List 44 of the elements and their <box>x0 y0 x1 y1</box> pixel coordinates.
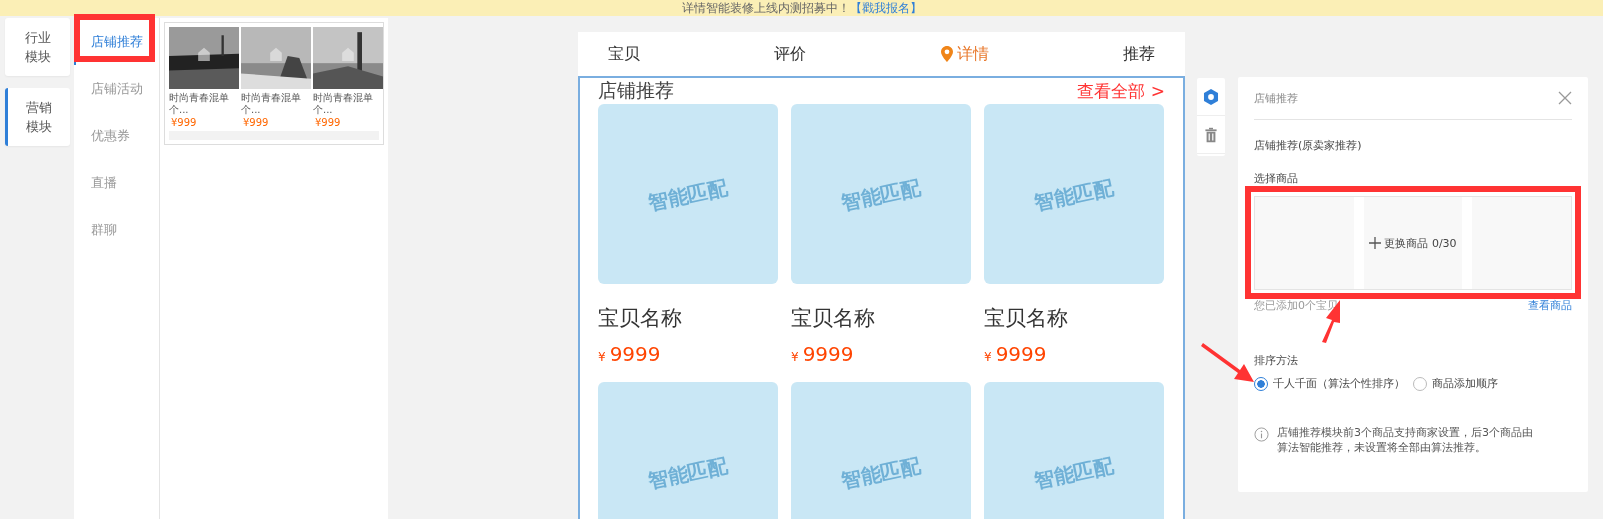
product-name: 宝贝名称 <box>791 305 876 332</box>
phone-tab[interactable]: 推荐 <box>1123 43 1155 65</box>
module-name: 店铺推荐(原卖家推荐) <box>1254 138 1363 153</box>
radio-button[interactable] <box>1254 376 1268 391</box>
phone-tab[interactable]: 宝贝 <box>608 43 640 65</box>
section-title: 店铺推荐 <box>598 78 674 103</box>
preview-item-title: 时尚青春混单个... <box>169 91 230 116</box>
product-name: 宝贝名称 <box>598 305 683 332</box>
module-group-tab[interactable]: 行业模块 <box>5 18 70 76</box>
image-placeholder-label: 智能匹配 <box>839 174 923 217</box>
image-placeholder-label: 智能匹配 <box>646 174 730 217</box>
image-placeholder-label: 智能匹配 <box>1032 174 1116 217</box>
preview-item-price: ¥999 <box>314 116 342 130</box>
preview-item-title: 时尚青春混单个... <box>313 91 374 116</box>
signup-link[interactable]: 【戳我报名】 <box>849 1 922 15</box>
preview-item-price: ¥999 <box>170 116 198 130</box>
product-picker[interactable]: 更换商品 0/30 <box>1254 196 1572 290</box>
sort-option[interactable]: 商品添加顺序 <box>1413 376 1498 391</box>
preview-item-price: ¥999 <box>242 116 270 130</box>
panel-title: 店铺推荐 <box>1254 90 1298 106</box>
info-text: 店铺推荐模块前3个商品支持商家设置，后3个商品由算法智能推荐，未设置将全部由算法推荐。 <box>1277 425 1534 455</box>
location-pin-icon <box>940 46 953 62</box>
image-placeholder-label: 智能匹配 <box>839 452 923 495</box>
view-products-link[interactable]: 查看商品 <box>1528 298 1572 313</box>
phone-tab[interactable]: 评价 <box>774 43 807 65</box>
annotation-arrow <box>1201 343 1254 382</box>
notice-text: 详情智能装修上线内测招募中！ <box>681 1 850 15</box>
product-price: ¥ 9999 <box>984 342 1048 366</box>
product-price: ¥ 9999 <box>791 342 855 366</box>
close-icon[interactable] <box>1558 91 1572 105</box>
image-placeholder-label: 智能匹配 <box>646 452 730 495</box>
image-placeholder-label: 智能匹配 <box>1032 452 1116 495</box>
product-name: 宝贝名称 <box>984 305 1069 332</box>
module-item[interactable]: 店铺推荐 <box>74 18 159 65</box>
module-group-tab[interactable]: 营销模块 <box>5 88 70 146</box>
sort-method-label: 排序方法 <box>1254 353 1299 368</box>
sort-option[interactable]: 千人千面（算法个性排序） <box>1254 376 1405 391</box>
view-all-link[interactable]: 查看全部 > <box>1077 79 1165 103</box>
preview-item-title: 时尚青春混单个... <box>241 91 302 116</box>
info-icon <box>1254 427 1269 442</box>
product-price: ¥ 9999 <box>598 342 662 366</box>
select-products-label: 选择商品 <box>1254 171 1299 186</box>
template-preview-card[interactable]: 时尚青春混单个... ¥999 时尚青春混单个... ¥999 时尚青春混单个... ¥999 <box>164 22 384 145</box>
plus-icon <box>1369 237 1382 249</box>
